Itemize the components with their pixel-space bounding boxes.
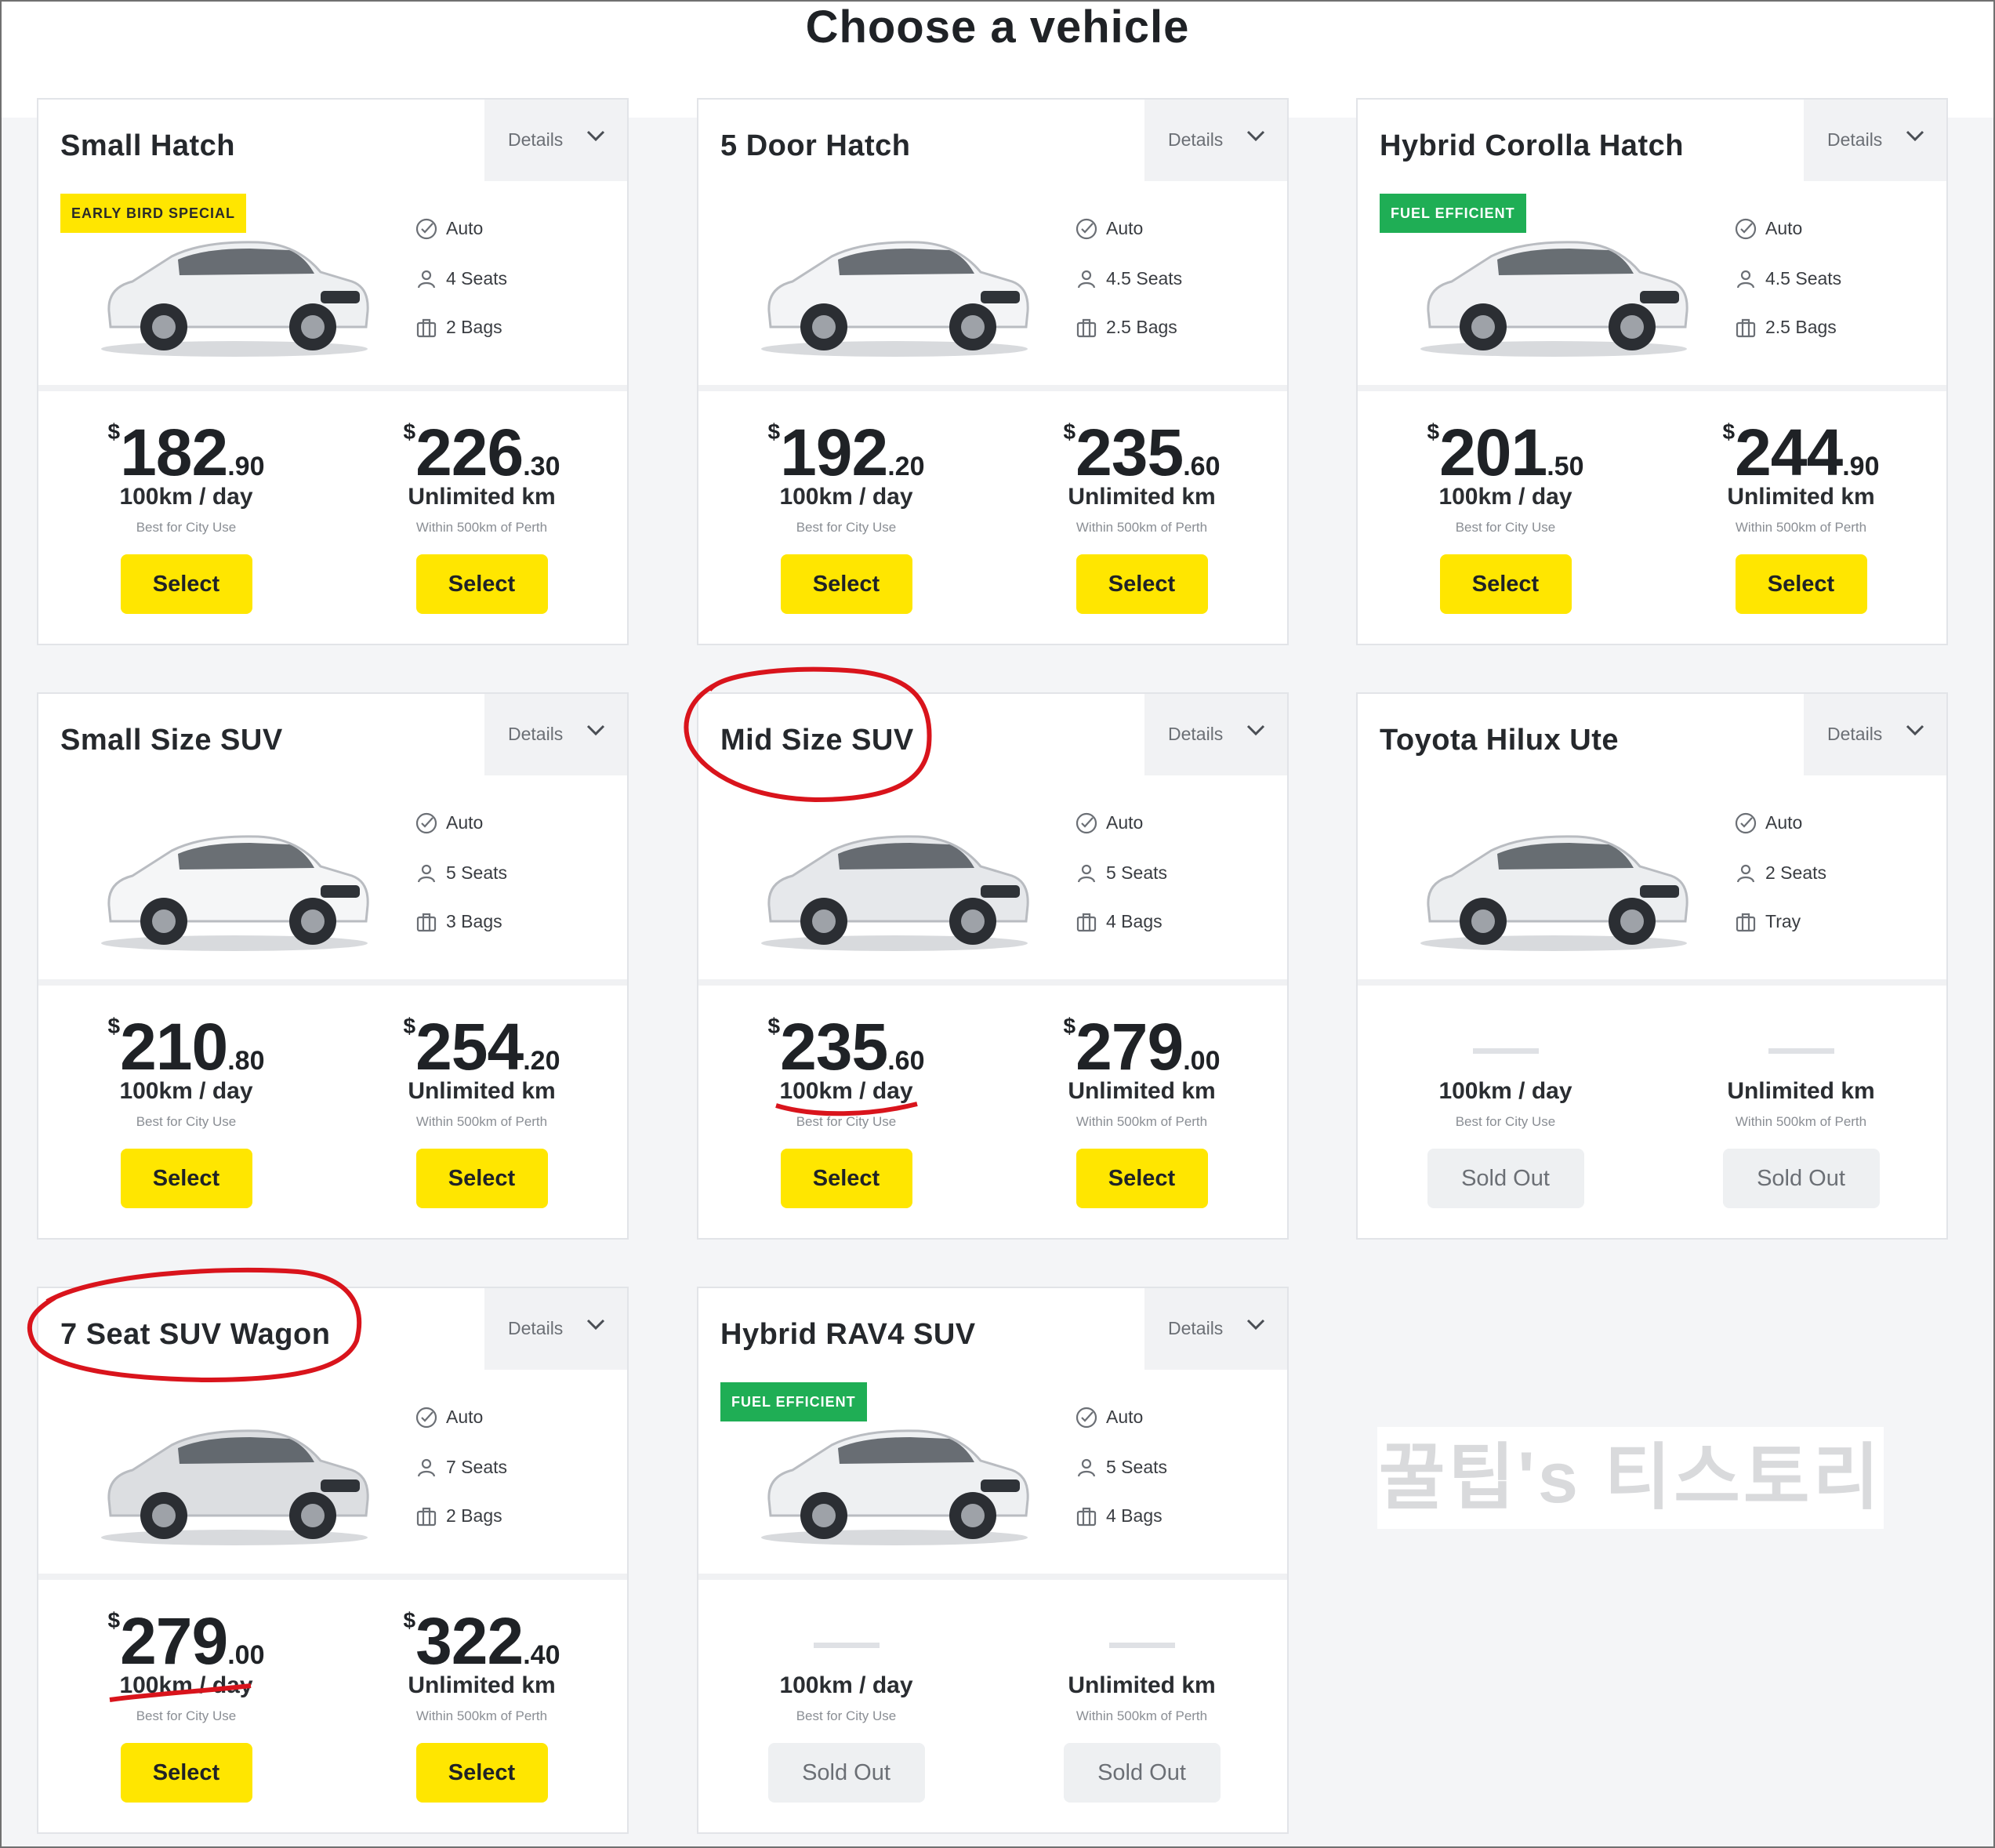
window-frame [0, 0, 1995, 1848]
